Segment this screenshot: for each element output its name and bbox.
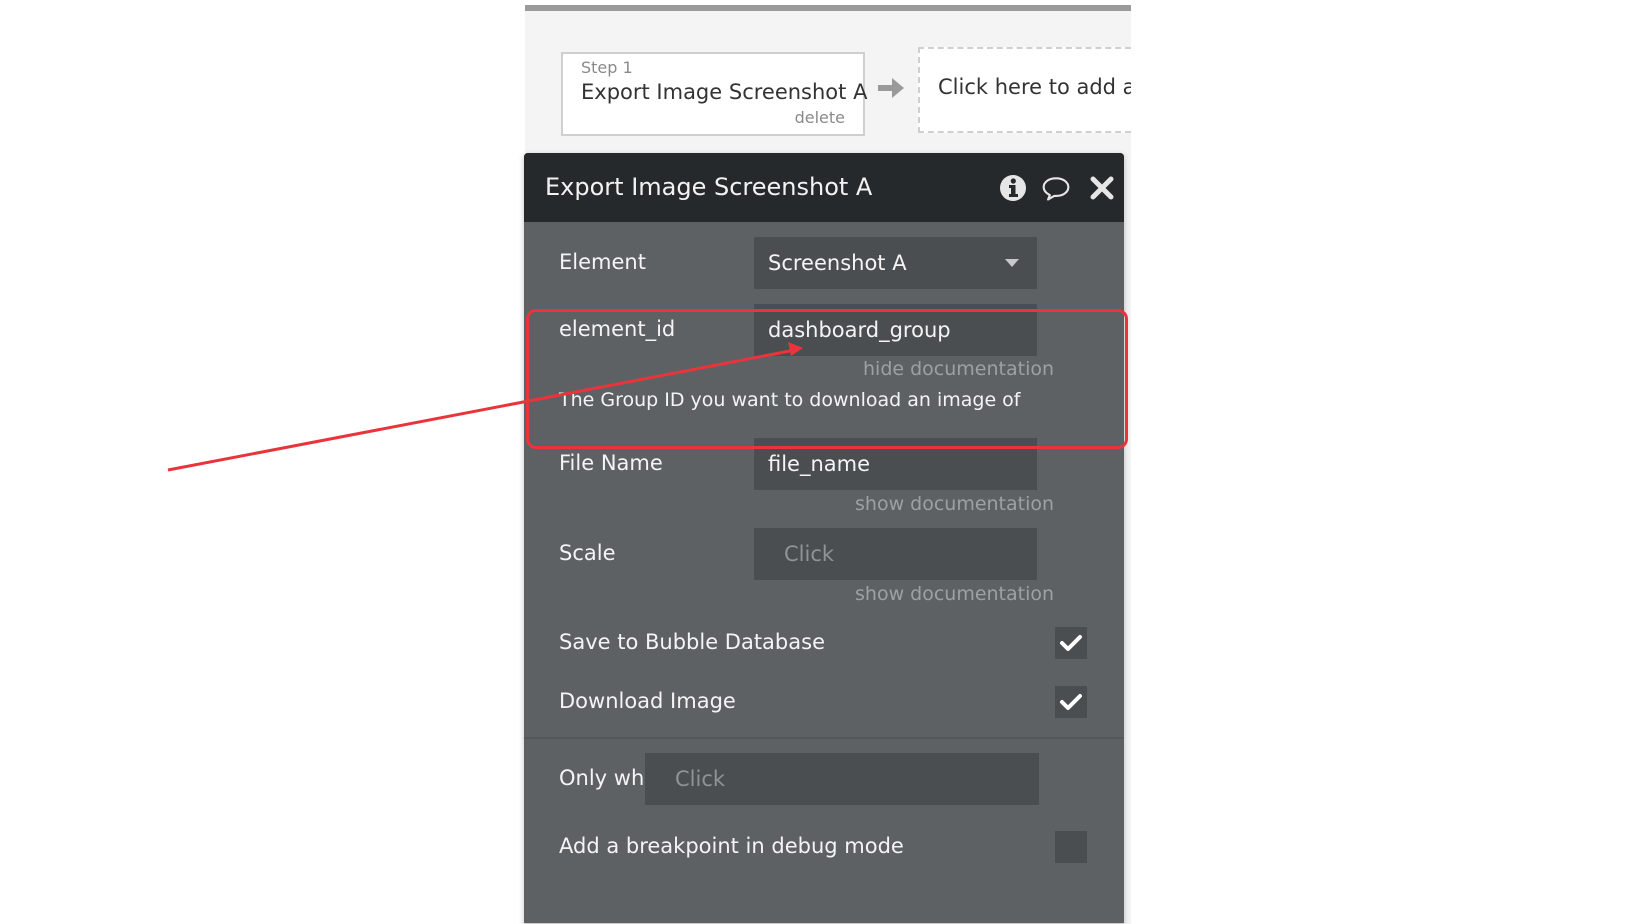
scale-placeholder: Click: [784, 542, 835, 566]
only-when-placeholder: Click: [675, 767, 726, 791]
download-label: Download Image: [559, 689, 736, 713]
scale-input[interactable]: Click: [754, 528, 1037, 580]
add-action-placeholder[interactable]: Click here to add an: [918, 47, 1131, 133]
file-name-doc-link[interactable]: show documentation: [855, 493, 1054, 515]
breakpoint-checkbox[interactable]: [1055, 831, 1087, 863]
scale-label: Scale: [559, 541, 616, 565]
chevron-down-icon: [1005, 259, 1019, 267]
workflow-step-card[interactable]: Step 1 Export Image Screenshot A delete: [561, 52, 868, 136]
section-divider: [524, 737, 1124, 739]
only-when-input[interactable]: Click: [645, 753, 1039, 805]
workflow-topbar: [525, 5, 1131, 11]
save-db-checkbox[interactable]: [1055, 627, 1087, 659]
arrow-right-icon: [878, 78, 904, 98]
comment-icon[interactable]: [1041, 173, 1071, 203]
file-name-label: File Name: [559, 451, 663, 475]
scale-doc-link[interactable]: show documentation: [855, 583, 1054, 605]
save-db-label: Save to Bubble Database: [559, 630, 825, 654]
action-properties-panel: Export Image Screenshot A Element Screen…: [524, 153, 1124, 923]
panel-header: Export Image Screenshot A: [524, 153, 1124, 222]
add-action-label: Click here to add an: [938, 75, 1131, 99]
info-icon[interactable]: [998, 173, 1028, 203]
element-dropdown-value: Screenshot A: [768, 251, 907, 275]
breakpoint-label: Add a breakpoint in debug mode: [559, 834, 904, 858]
panel-title: Export Image Screenshot A: [545, 173, 873, 201]
canvas: Step 1 Export Image Screenshot A delete …: [0, 0, 1640, 924]
file-name-value: file_name: [768, 452, 871, 476]
step-title: Export Image Screenshot A: [581, 80, 868, 104]
element-label: Element: [559, 250, 646, 274]
annotation-highlight-box: [526, 309, 1128, 449]
element-dropdown[interactable]: Screenshot A: [754, 237, 1037, 289]
download-checkbox[interactable]: [1055, 686, 1087, 718]
close-icon[interactable]: [1087, 173, 1117, 203]
step-delete-link[interactable]: delete: [795, 108, 845, 127]
step-number: Step 1: [581, 58, 633, 77]
